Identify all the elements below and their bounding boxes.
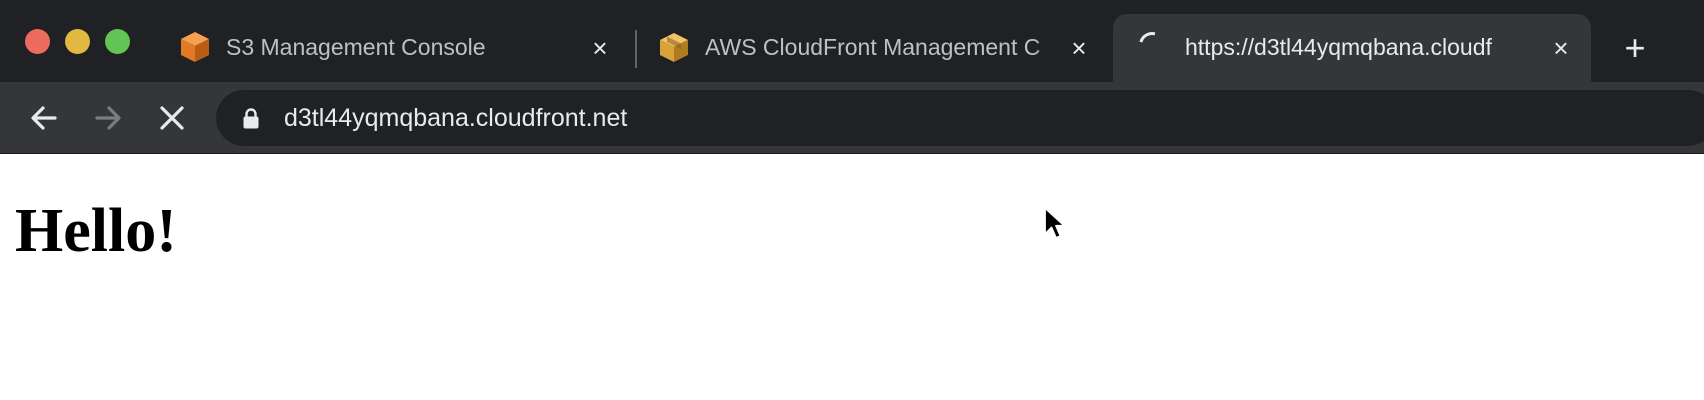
tab-aws-cloudfront-management[interactable]: AWS CloudFront Management C ×: [637, 14, 1111, 82]
mouse-pointer-icon: [1044, 207, 1066, 239]
lock-icon[interactable]: [242, 107, 260, 129]
aws-box-icon: [660, 33, 688, 62]
arrow-right-icon[interactable]: [90, 100, 126, 136]
tab-title: AWS CloudFront Management C: [705, 34, 1041, 60]
tab-title: https://d3tl44yqmqbana.cloudf: [1185, 34, 1492, 60]
browser-toolbar: d3tl44yqmqbana.cloudfront.net: [0, 82, 1704, 154]
close-tab-icon[interactable]: ×: [1549, 35, 1573, 61]
tab-title-fade: [1513, 28, 1553, 66]
close-tab-icon[interactable]: ×: [1067, 35, 1091, 61]
window-minimize-button[interactable]: [65, 29, 90, 54]
window-close-button[interactable]: [25, 29, 50, 54]
page-heading: Hello!: [15, 197, 177, 265]
tab-s3-management-console[interactable]: S3 Management Console ×: [158, 14, 634, 82]
window-maximize-button[interactable]: [105, 29, 130, 54]
tab-strip: S3 Management Console × AWS CloudFront M…: [0, 0, 1704, 82]
close-icon[interactable]: [154, 100, 190, 136]
arrow-left-icon[interactable]: [26, 100, 62, 136]
url-text[interactable]: d3tl44yqmqbana.cloudfront.net: [284, 103, 627, 133]
loading-spinner-icon: [1134, 27, 1170, 63]
close-tab-icon[interactable]: ×: [588, 35, 612, 61]
tab-active-cloudfront-url[interactable]: https://d3tl44yqmqbana.cloudf ×: [1113, 14, 1591, 82]
tab-title: S3 Management Console: [226, 34, 486, 60]
address-bar[interactable]: d3tl44yqmqbana.cloudfront.net: [216, 90, 1704, 146]
page-content: Hello!: [0, 155, 1704, 400]
new-tab-button[interactable]: +: [1617, 30, 1653, 66]
s3-bucket-icon: [181, 32, 209, 62]
